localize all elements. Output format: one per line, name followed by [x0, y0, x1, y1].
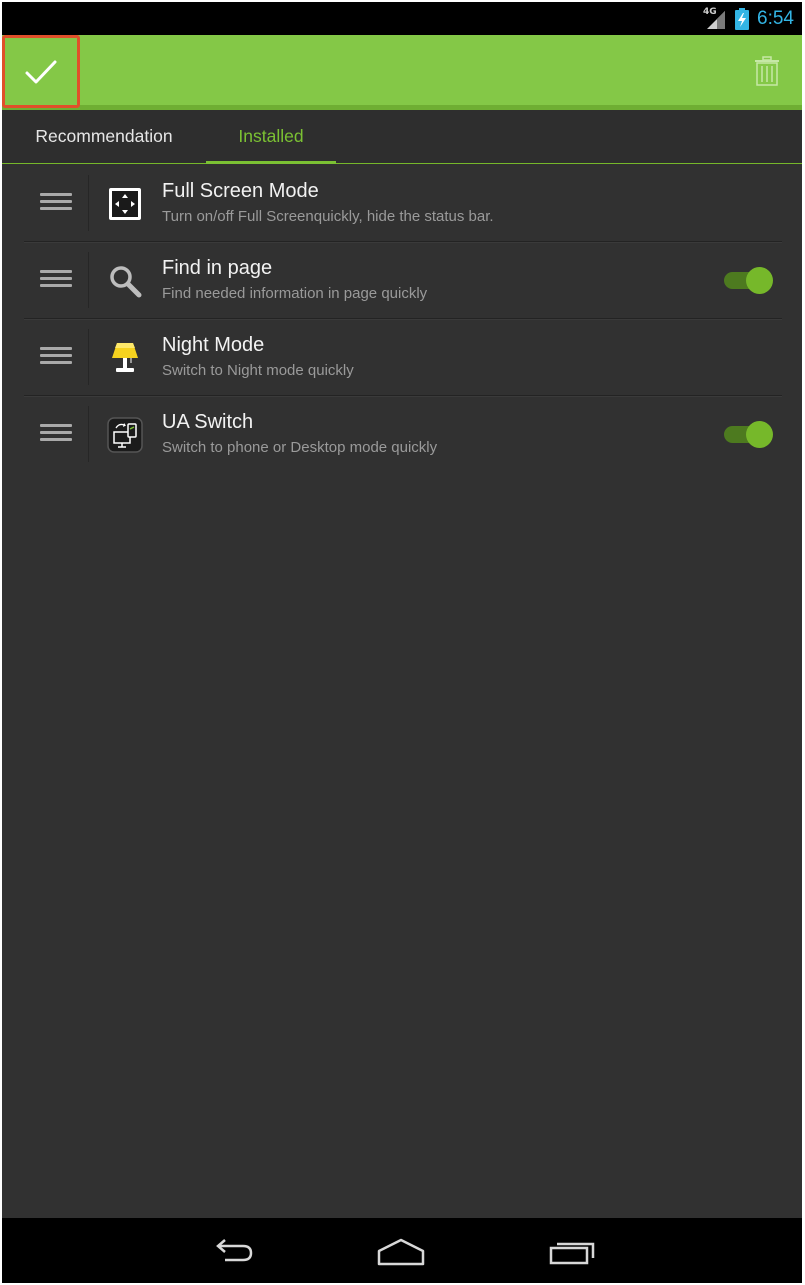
fullscreen-icon: [106, 185, 144, 223]
back-button[interactable]: [201, 1232, 261, 1272]
addon-title: UA Switch: [162, 411, 254, 433]
confirm-button[interactable]: [2, 35, 80, 108]
addon-list: Full Screen Mode Turn on/off Full Screen…: [24, 165, 782, 472]
addon-row-full-screen-mode[interactable]: Full Screen Mode Turn on/off Full Screen…: [24, 165, 782, 242]
screen: 4G 6:54 Recommendation Installed Full Sc…: [2, 2, 802, 1283]
active-tab-indicator: [206, 161, 336, 164]
addon-subtitle: Turn on/off Full Screenquickly, hide the…: [162, 208, 494, 225]
divider: [88, 329, 89, 385]
trash-icon: [755, 56, 779, 86]
find-in-page-toggle[interactable]: [724, 266, 774, 294]
drag-handle-icon[interactable]: [40, 270, 72, 290]
tab-bar: Recommendation Installed: [2, 110, 802, 164]
status-icons: 4G 6:54: [703, 2, 794, 35]
addon-row-night-mode[interactable]: Night Mode Switch to Night mode quickly: [24, 319, 782, 396]
navigation-bar: [2, 1218, 802, 1283]
signal-icon: 4G: [703, 7, 727, 31]
tab-installed[interactable]: Installed: [206, 110, 336, 164]
home-icon: [377, 1238, 425, 1266]
home-button[interactable]: [371, 1232, 431, 1272]
addon-subtitle: Switch to Night mode quickly: [162, 362, 354, 379]
network-type: 4G: [703, 6, 717, 17]
tab-label: Installed: [238, 125, 304, 146]
status-bar: 4G 6:54: [2, 2, 802, 35]
tab-recommendation[interactable]: Recommendation: [15, 110, 193, 162]
recent-apps-icon: [549, 1242, 595, 1265]
addon-title: Full Screen Mode: [162, 180, 319, 202]
ua-switch-icon: [106, 416, 144, 454]
divider: [88, 252, 89, 308]
drag-handle-icon[interactable]: [40, 424, 72, 444]
status-time: 6:54: [757, 7, 794, 29]
search-icon: [106, 262, 144, 300]
action-bar: [2, 35, 802, 110]
addon-row-ua-switch[interactable]: UA Switch Switch to phone or Desktop mod…: [24, 396, 782, 472]
delete-button[interactable]: [750, 51, 784, 91]
drag-handle-icon[interactable]: [40, 193, 72, 213]
addon-subtitle: Switch to phone or Desktop mode quickly: [162, 439, 438, 456]
back-icon: [216, 1239, 253, 1262]
toggle-knob: [746, 267, 773, 294]
addon-title: Find in page: [162, 257, 273, 279]
check-icon: [25, 60, 57, 83]
battery-icon: [734, 7, 750, 31]
divider: [88, 175, 89, 231]
tab-label: Recommendation: [35, 125, 173, 146]
lamp-icon: [106, 339, 144, 377]
addon-subtitle: Find needed information in page quickly: [162, 285, 428, 302]
toggle-knob: [746, 421, 773, 448]
divider: [88, 406, 89, 462]
drag-handle-icon[interactable]: [40, 347, 72, 367]
addon-title: Night Mode: [162, 334, 265, 356]
addon-row-find-in-page[interactable]: Find in page Find needed information in …: [24, 242, 782, 319]
recent-apps-button[interactable]: [542, 1232, 602, 1272]
ua-switch-toggle[interactable]: [724, 420, 774, 448]
